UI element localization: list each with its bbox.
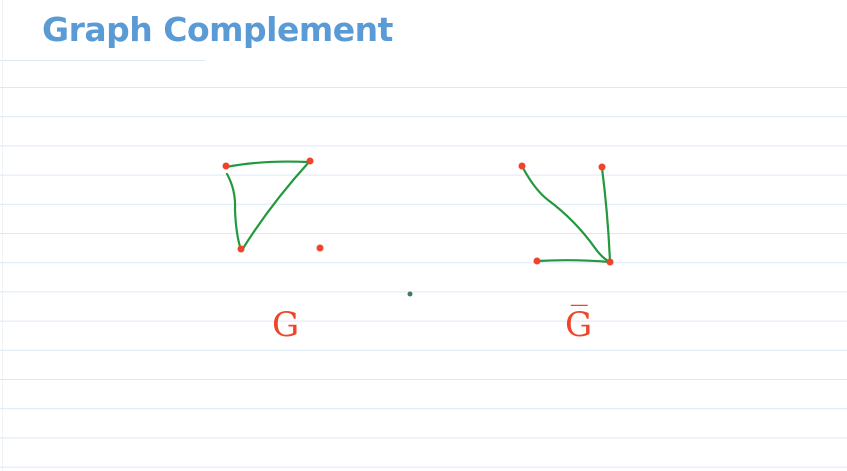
edge <box>535 259 612 264</box>
graph-label-g: G <box>272 305 299 345</box>
edge <box>224 160 310 169</box>
vertex <box>606 258 614 266</box>
vertex <box>222 162 230 170</box>
edge <box>521 166 612 264</box>
graph-g-complement <box>521 166 612 264</box>
vertex <box>316 244 324 252</box>
notebook-canvas: G G̅ <box>0 0 847 471</box>
vertex <box>598 163 606 171</box>
vertex <box>306 157 314 165</box>
stray-dot <box>407 291 413 297</box>
graph-label-g-complement: G̅ <box>565 304 592 345</box>
edge <box>600 166 612 264</box>
vertex <box>533 257 541 265</box>
edge <box>225 172 243 252</box>
vertex <box>237 245 245 253</box>
vertex <box>518 162 526 170</box>
ruled-lines <box>0 0 205 471</box>
